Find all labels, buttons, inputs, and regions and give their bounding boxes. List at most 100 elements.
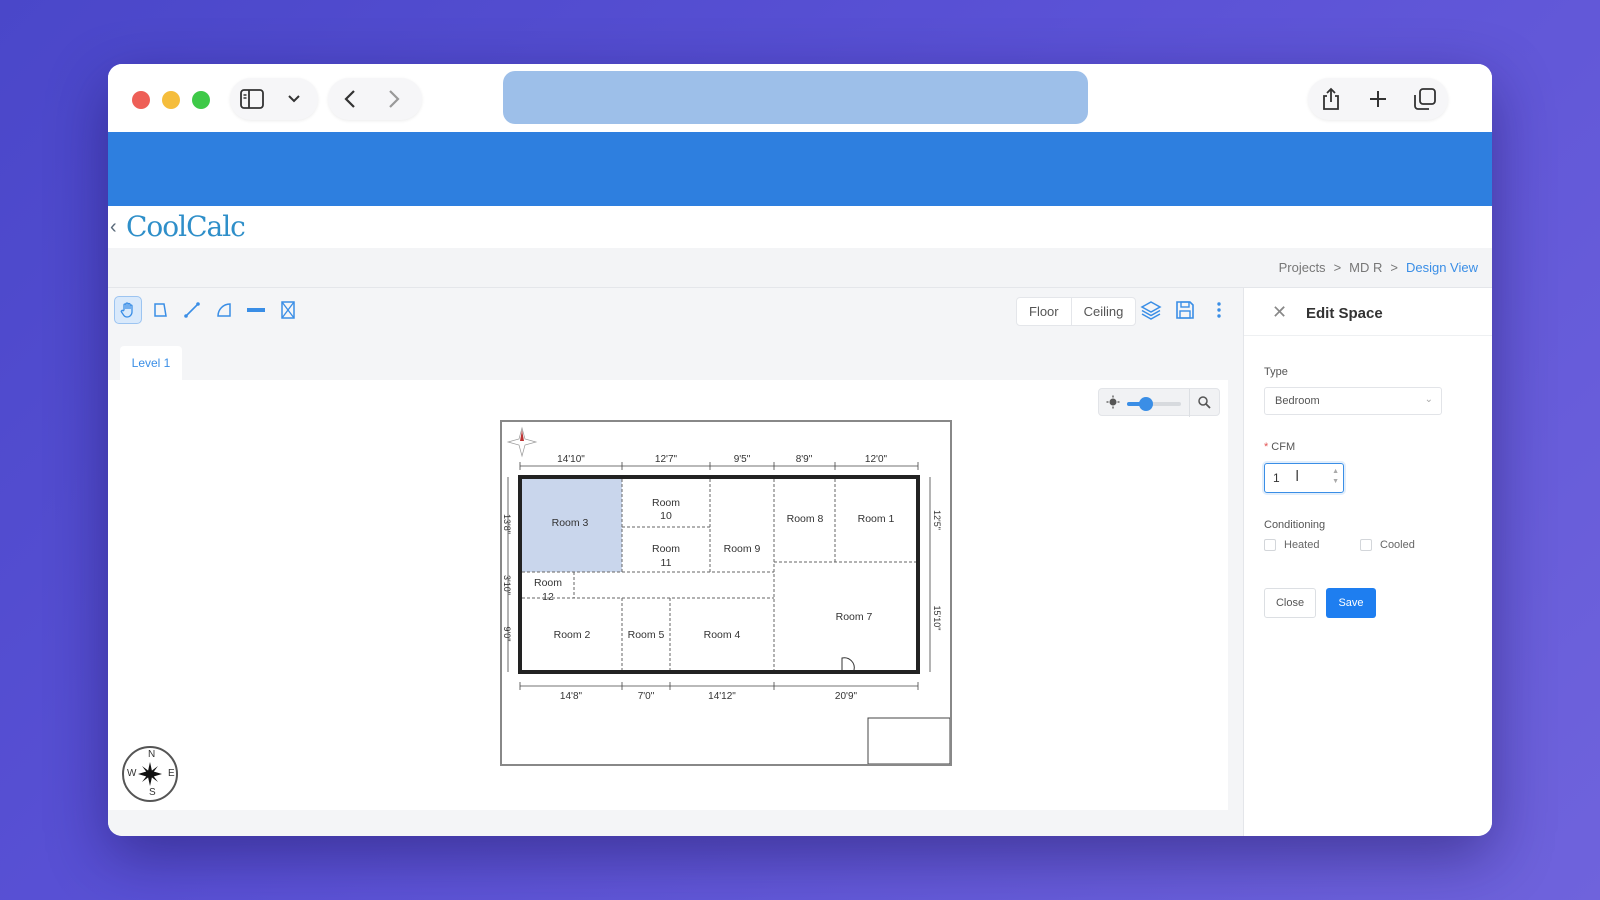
- dim-top-4: 8'9": [796, 454, 813, 465]
- workspace-actions: [1138, 296, 1232, 324]
- room-label-7[interactable]: Room 7: [836, 611, 873, 623]
- type-select[interactable]: Bedroom ⌄: [1264, 387, 1442, 415]
- drawing-toolbar: [114, 296, 302, 324]
- number-spinner-icon[interactable]: ▲ ▼: [1332, 467, 1339, 487]
- room-label-10-num: 10: [660, 510, 672, 522]
- forward-icon[interactable]: [372, 78, 416, 120]
- close-icon[interactable]: ✕: [1272, 302, 1287, 323]
- panel-title: Edit Space: [1306, 305, 1383, 322]
- brightness-icon: [1106, 395, 1120, 414]
- floorplan-canvas[interactable]: 14'10" 12'7" 9'5" 8'9" 12'0" 14'8" 7'0" …: [108, 380, 1228, 810]
- delete-area-icon[interactable]: [274, 296, 302, 324]
- pan-hand-icon[interactable]: [114, 296, 142, 324]
- room-label-3[interactable]: Room 3: [552, 517, 589, 529]
- browser-toolbar: [108, 64, 1492, 132]
- tab-level-1[interactable]: Level 1: [120, 346, 182, 380]
- room-label-1[interactable]: Room 1: [858, 513, 895, 525]
- compass-east: E: [168, 768, 175, 779]
- address-bar[interactable]: [503, 71, 1088, 124]
- panel-header: ✕ Edit Space: [1244, 288, 1492, 336]
- north-arrow-icon: [506, 426, 538, 458]
- floorplan-drawing: 14'10" 12'7" 9'5" 8'9" 12'0" 14'8" 7'0" …: [502, 426, 951, 765]
- close-button[interactable]: Close: [1264, 588, 1316, 618]
- minimize-window-button[interactable]: [162, 91, 180, 109]
- door-arc-icon[interactable]: [210, 296, 238, 324]
- save-icon[interactable]: [1172, 296, 1198, 324]
- save-button[interactable]: Save: [1326, 588, 1376, 618]
- cfm-label-row: * CFM: [1264, 441, 1295, 453]
- conditioning-label: Conditioning: [1264, 519, 1326, 531]
- compass-rose[interactable]: N S W E: [122, 746, 178, 802]
- dim-left-2: 3'10": [502, 575, 512, 595]
- dim-left-1: 13'8": [502, 514, 512, 534]
- back-chevron-icon[interactable]: ‹: [110, 217, 117, 237]
- browser-actions-group: [1308, 78, 1448, 120]
- room-label-12[interactable]: Room: [534, 577, 562, 589]
- floor-view-button[interactable]: Floor: [1017, 298, 1071, 325]
- design-workspace: Floor Ceiling Level 1 14'10" 12'7" 9'5" …: [108, 288, 1243, 836]
- zoom-slider[interactable]: [1127, 397, 1181, 411]
- breadcrumb-project[interactable]: MD R: [1349, 260, 1382, 275]
- dim-left-3: 9'0": [502, 627, 512, 642]
- dim-top-3: 9'5": [734, 454, 751, 465]
- cooled-checkbox-box[interactable]: [1360, 539, 1372, 551]
- sidebar-toggle-icon[interactable]: [230, 78, 274, 120]
- search-zoom-icon[interactable]: [1197, 395, 1211, 414]
- back-icon[interactable]: [328, 78, 372, 120]
- view-mode-toggle: Floor Ceiling: [1016, 297, 1137, 326]
- room-label-4[interactable]: Room 4: [704, 629, 741, 641]
- window-tool-icon[interactable]: [242, 296, 270, 324]
- zoom-control: [1098, 388, 1220, 417]
- app-header-band: [108, 132, 1492, 206]
- room-label-12-num: 12: [542, 591, 554, 603]
- more-options-icon[interactable]: [1206, 296, 1232, 324]
- heated-label: Heated: [1284, 539, 1320, 551]
- dim-top-2: 12'7": [655, 454, 678, 465]
- cfm-input-value: 1: [1273, 471, 1280, 485]
- zoom-divider: [1189, 389, 1190, 417]
- type-label: Type: [1264, 366, 1288, 378]
- layers-icon[interactable]: [1138, 296, 1164, 324]
- share-icon[interactable]: [1309, 78, 1353, 120]
- dim-right-1: 12'5": [932, 510, 942, 530]
- cooled-checkbox[interactable]: Cooled: [1360, 539, 1415, 551]
- edit-space-panel: ✕ Edit Space Type Bedroom ⌄ * CFM 1 I ▲ ▼ …: [1243, 288, 1492, 836]
- room-label-2[interactable]: Room 2: [554, 629, 591, 641]
- breadcrumb-projects[interactable]: Projects: [1279, 260, 1326, 275]
- draw-line-icon[interactable]: [178, 296, 206, 324]
- new-tab-icon[interactable]: [1356, 78, 1400, 120]
- room-label-11[interactable]: Room: [652, 543, 680, 555]
- compass-south: S: [149, 787, 156, 798]
- heated-checkbox[interactable]: Heated: [1264, 539, 1319, 551]
- heated-checkbox-box[interactable]: [1264, 539, 1276, 551]
- app-logo[interactable]: CoolCalc: [126, 210, 246, 243]
- cfm-input[interactable]: 1 I ▲ ▼: [1264, 463, 1344, 493]
- dim-bottom-4: 20'9": [835, 691, 858, 702]
- browser-window: ‹ CoolCalc Projects > MD R > Design View: [108, 64, 1492, 836]
- room-label-9[interactable]: Room 9: [724, 543, 761, 555]
- cooled-label: Cooled: [1380, 539, 1415, 551]
- close-window-button[interactable]: [132, 91, 150, 109]
- type-select-value: Bedroom: [1275, 395, 1320, 407]
- text-cursor-icon: I: [1295, 468, 1300, 485]
- tabs-overview-icon[interactable]: [1403, 78, 1447, 120]
- dim-right-2: 15'10": [932, 606, 942, 631]
- maximize-window-button[interactable]: [192, 91, 210, 109]
- chevron-down-icon: ⌄: [1424, 394, 1433, 405]
- dim-bottom-1: 14'8": [560, 691, 583, 702]
- sidebar-control-group: [230, 78, 318, 120]
- history-nav-group: [328, 78, 422, 120]
- ceiling-view-button[interactable]: Ceiling: [1070, 298, 1136, 325]
- draw-room-icon[interactable]: [146, 296, 174, 324]
- dim-top-5: 12'0": [865, 454, 888, 465]
- door-arc: [841, 657, 855, 671]
- breadcrumb-separator: >: [1390, 260, 1398, 275]
- room-label-5[interactable]: Room 5: [628, 629, 665, 641]
- dim-top-1: 14'10": [557, 454, 585, 465]
- room-label-10[interactable]: Room: [652, 497, 680, 509]
- dim-bottom-2: 7'0": [638, 691, 655, 702]
- dim-bottom-3: 14'12": [708, 691, 736, 702]
- zoom-slider-handle[interactable]: [1138, 397, 1153, 411]
- chevron-down-icon[interactable]: [274, 78, 314, 120]
- room-label-8[interactable]: Room 8: [787, 513, 824, 525]
